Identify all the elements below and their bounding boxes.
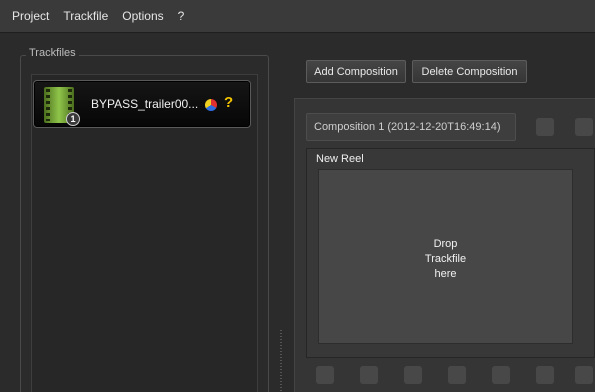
question-icon: ?	[224, 94, 234, 111]
drop-hint-line: Trackfile	[424, 253, 467, 265]
drop-hint-line: here	[434, 268, 457, 280]
menu-options[interactable]: Options	[120, 7, 165, 25]
drop-hint: Drop Trackfile here	[318, 237, 573, 282]
sprocket-hole	[536, 118, 554, 136]
sprocket-hole	[536, 366, 554, 384]
splitter-handle[interactable]	[280, 330, 282, 392]
trackfile-count-badge: 1	[66, 112, 80, 126]
sprocket-hole	[360, 366, 378, 384]
delete-composition-button[interactable]: Delete Composition	[412, 60, 527, 83]
menu-trackfile[interactable]: Trackfile	[61, 7, 110, 25]
menu-help[interactable]: ?	[176, 7, 187, 25]
sprocket-hole	[492, 366, 510, 384]
color-wheel-icon	[205, 99, 217, 111]
sprocket-hole	[404, 366, 422, 384]
sprocket-hole	[575, 366, 593, 384]
sprocket-hole	[575, 118, 593, 136]
trackfiles-group-title: Trackfiles	[26, 47, 79, 59]
reel-title[interactable]: New Reel	[316, 153, 364, 165]
add-composition-button[interactable]: Add Composition	[306, 60, 406, 83]
composition-tab[interactable]: Composition 1 (2012-12-20T16:49:14)	[306, 113, 516, 141]
menu-bar: Project Trackfile Options ?	[0, 0, 595, 33]
menu-project[interactable]: Project	[10, 7, 51, 25]
sprocket-hole	[448, 366, 466, 384]
drop-hint-line: Drop	[433, 238, 458, 250]
trackfile-name: BYPASS_trailer00...	[91, 97, 199, 111]
sprocket-hole	[316, 366, 334, 384]
